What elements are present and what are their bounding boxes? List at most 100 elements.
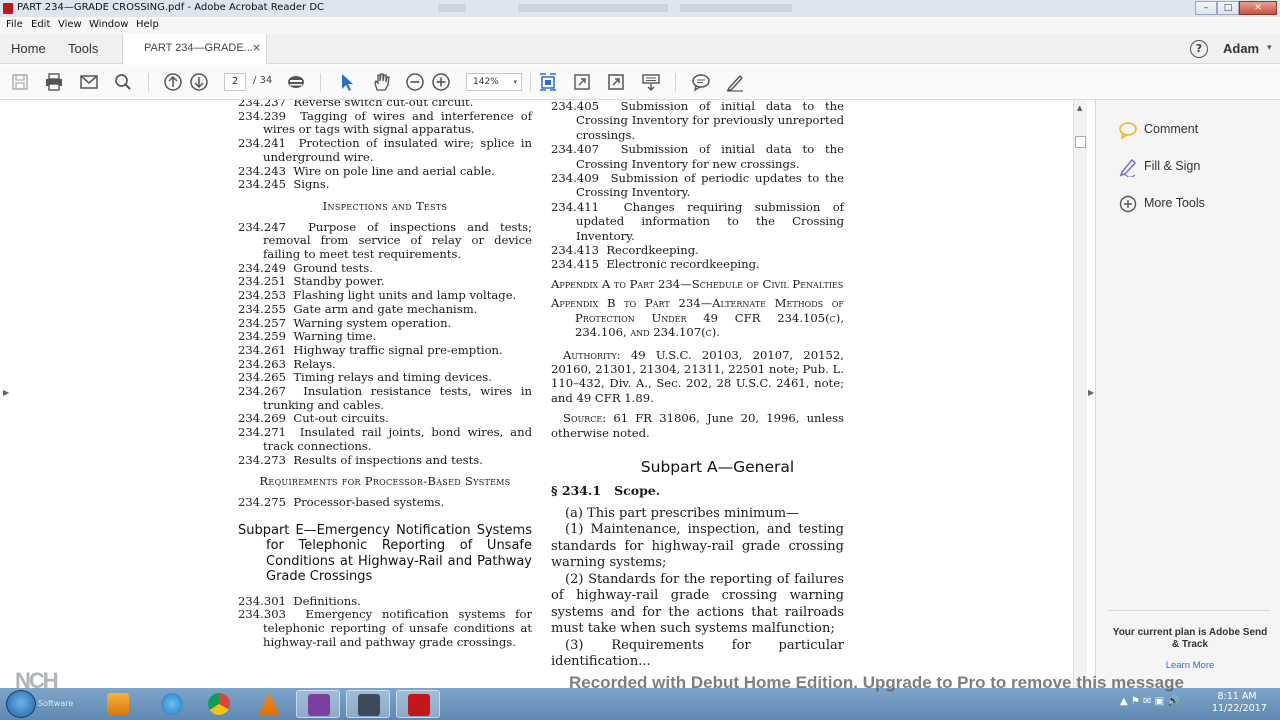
- subpart-heading: Subpart E—Emergency Notification Systems…: [238, 522, 532, 585]
- toc-entry: 234.271 Insulated rail joints, bond wire…: [238, 425, 532, 453]
- menu-help[interactable]: Help: [136, 19, 159, 30]
- toc-entry: 234.267 Insulation resistance tests, wir…: [238, 384, 533, 412]
- save-icon[interactable]: [10, 72, 30, 92]
- help-icon[interactable]: ?: [1190, 40, 1208, 58]
- onenote-icon: [308, 694, 330, 716]
- user-menu[interactable]: Adam: [1223, 41, 1259, 56]
- tab-close-icon[interactable]: ×: [252, 41, 261, 54]
- taskbar-onenote[interactable]: [296, 690, 340, 718]
- appendix-entry: Appendix A to Part 234—Schedule of Civil…: [551, 276, 844, 291]
- section-number: 234.405: [551, 100, 599, 113]
- page-total: / 34: [253, 75, 273, 86]
- clock-date: 11/22/2017: [1212, 703, 1267, 714]
- previous-page-icon[interactable]: [163, 72, 183, 92]
- section-title: Flashing light units and lamp voltage.: [293, 288, 517, 303]
- recorder-icon: [358, 694, 380, 716]
- section-gap: [286, 136, 299, 150]
- toc-entry: 234.407 Submission of initial data to th…: [551, 142, 844, 171]
- toc-entry: 234.273 Results of inspections and tests…: [238, 453, 532, 468]
- section-title: Insulation resistance tests, wires in tr…: [263, 384, 533, 412]
- fit-page-icon[interactable]: [538, 72, 558, 92]
- select-cursor-icon[interactable]: [337, 72, 357, 92]
- taskbar-internet-explorer[interactable]: [150, 690, 194, 718]
- section-heading: Requirements for Processor-Based Systems: [259, 474, 511, 489]
- minimize-button[interactable]: –: [1195, 1, 1217, 15]
- menu-edit[interactable]: Edit: [31, 19, 50, 30]
- home-tab[interactable]: Home: [11, 41, 46, 56]
- full-screen-icon[interactable]: [606, 72, 626, 92]
- tools-pane: Comment Fill & Sign More Tools Your curr…: [1095, 100, 1280, 688]
- section-number: 234.255: [238, 301, 286, 316]
- section-title: Highway traffic signal pre-emption.: [293, 342, 503, 357]
- nch-software-text: Software: [38, 699, 74, 708]
- section-number: 234.239: [238, 108, 286, 123]
- comment-icon: [1119, 122, 1137, 140]
- scroll-mode-icon[interactable]: [286, 72, 306, 92]
- print-icon[interactable]: [44, 72, 64, 92]
- section-number: 234.261: [238, 342, 286, 357]
- chevron-down-icon[interactable]: ▾: [1267, 43, 1272, 53]
- section-title: Cut-out circuits.: [293, 411, 389, 426]
- section-gap: [286, 220, 308, 234]
- taskbar-debut-recorder[interactable]: [346, 690, 390, 718]
- section-title: Recordkeeping.: [606, 243, 699, 258]
- maximize-button[interactable]: □: [1217, 1, 1239, 15]
- section-gap: [286, 384, 303, 398]
- next-page-icon[interactable]: [189, 72, 209, 92]
- taskbar-media-player[interactable]: [96, 690, 140, 718]
- section-number: 234.243: [238, 163, 286, 178]
- body-paragraph: (1) Maintenance, inspection, and testing…: [551, 522, 844, 571]
- acrobat-icon: [408, 694, 430, 716]
- section-number: 234.271: [238, 425, 286, 440]
- close-button[interactable]: ✕: [1239, 1, 1277, 15]
- nch-logo-text: NCH: [15, 668, 59, 693]
- section-gap: [599, 171, 611, 185]
- system-tray[interactable]: ▲ ⚑ ✉ ▣ 🔊: [1120, 696, 1180, 707]
- scroll-thumb[interactable]: [1075, 136, 1086, 148]
- learn-more-link[interactable]: Learn More: [1112, 660, 1268, 671]
- keyboard-icon[interactable]: [641, 72, 661, 92]
- document-tab[interactable]: PART 234—GRADE... ×: [122, 34, 267, 65]
- section-heading: Inspections and Tests: [322, 198, 448, 213]
- menu-file[interactable]: File: [6, 19, 23, 30]
- document-viewer[interactable]: 234.237 Reverse switch cut-out circuit. 2…: [0, 100, 1095, 688]
- vertical-scrollbar[interactable]: ▲: [1073, 100, 1087, 688]
- menu-view[interactable]: View: [58, 19, 82, 30]
- section-number: 234.303: [238, 607, 286, 622]
- toc-entry: 234.409 Submission of periodic updates t…: [551, 171, 844, 200]
- zoom-out-icon[interactable]: [405, 72, 425, 92]
- zoom-in-icon[interactable]: [431, 72, 451, 92]
- section-gap: [286, 109, 300, 123]
- taskbar-acrobat[interactable]: [396, 690, 440, 718]
- comment-icon[interactable]: [691, 72, 711, 92]
- toc-entry: 234.265 Timing relays and timing devices…: [238, 371, 532, 385]
- zoom-select[interactable]: 142% ▾: [466, 73, 522, 91]
- rotate-icon[interactable]: [572, 72, 592, 92]
- toc-entry: 234.249 Ground tests.: [238, 261, 532, 276]
- pen-icon[interactable]: [725, 72, 745, 92]
- zoom-value: 142%: [473, 77, 499, 87]
- section-number: 234.415: [551, 257, 599, 272]
- section-number: 234.265: [238, 370, 286, 385]
- scroll-up-arrow[interactable]: ▲: [1077, 104, 1082, 112]
- toc-entry: 234.275 Processor-based systems.: [238, 494, 532, 510]
- comment-tool-label: Comment: [1144, 122, 1199, 136]
- panel-divider: [1108, 610, 1270, 611]
- email-icon[interactable]: [79, 72, 99, 92]
- tools-tab[interactable]: Tools: [68, 41, 98, 56]
- taskbar-chrome[interactable]: [197, 690, 241, 718]
- document-tab-label: PART 234—GRADE...: [144, 42, 253, 54]
- search-icon[interactable]: [113, 72, 133, 92]
- fill-sign-icon: [1119, 158, 1137, 177]
- hand-tool-icon[interactable]: [371, 72, 391, 92]
- left-panel-toggle-icon[interactable]: ▶: [3, 388, 9, 397]
- section-title: Processor-based systems.: [293, 494, 445, 509]
- toc-entry: 234.263 Relays.: [238, 357, 532, 372]
- taskbar-vlc[interactable]: [247, 690, 291, 718]
- clock[interactable]: 8:11 AM 11/22/2017: [1212, 691, 1267, 715]
- section-gap: [599, 142, 621, 156]
- menu-window[interactable]: Window: [89, 19, 128, 30]
- toc-entry: 234.303 Emergency notification systems f…: [238, 607, 532, 649]
- page-number-input[interactable]: 2: [224, 73, 246, 91]
- right-panel-toggle-icon[interactable]: ▶: [1088, 388, 1094, 397]
